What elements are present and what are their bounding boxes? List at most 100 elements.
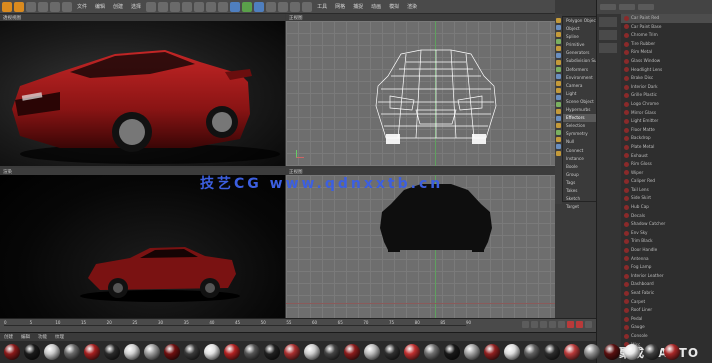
y-axis-icon[interactable] bbox=[158, 1, 169, 12]
material-list-item[interactable]: Interior Dark bbox=[621, 83, 712, 92]
goto-start-icon[interactable] bbox=[522, 321, 529, 328]
material-ball[interactable] bbox=[524, 344, 540, 360]
material-list-item[interactable]: Mirror Glass bbox=[621, 109, 712, 118]
scale-icon[interactable] bbox=[50, 1, 60, 12]
z-axis-icon[interactable] bbox=[170, 1, 181, 12]
panel-tab-objects[interactable] bbox=[619, 4, 635, 10]
material-ball[interactable] bbox=[264, 344, 280, 360]
material-list-item[interactable]: Light Emitter bbox=[621, 117, 712, 126]
material-ball[interactable] bbox=[584, 344, 600, 360]
live-select-icon[interactable] bbox=[26, 1, 36, 12]
menu-create[interactable]: 创建 bbox=[113, 3, 123, 10]
material-list-item[interactable]: Rim Gloss bbox=[621, 160, 712, 169]
material-list-item[interactable]: Car Paint Red bbox=[621, 14, 712, 23]
redo-icon[interactable] bbox=[14, 1, 24, 12]
swatch[interactable] bbox=[599, 17, 617, 27]
timeline-ruler[interactable]: 0 5 10 15 20 25 30 35 40 45 50 55 60 65 70 75 80 85 90 bbox=[4, 320, 471, 326]
record-icon[interactable] bbox=[567, 321, 574, 328]
material-ball[interactable] bbox=[484, 344, 500, 360]
material-list-item[interactable]: Seat Fabric bbox=[621, 289, 712, 298]
material-ball[interactable] bbox=[324, 344, 340, 360]
swatch[interactable] bbox=[599, 43, 617, 53]
menu-animate[interactable]: 动画 bbox=[371, 3, 381, 10]
material-ball[interactable] bbox=[664, 344, 680, 360]
panel-tab-attributes[interactable] bbox=[638, 4, 654, 10]
render-settings-icon[interactable] bbox=[218, 1, 229, 12]
floor-icon[interactable] bbox=[278, 1, 289, 12]
material-ball[interactable] bbox=[544, 344, 560, 360]
material-list-item[interactable]: Grille Plastic bbox=[621, 91, 712, 100]
material-ball[interactable] bbox=[424, 344, 440, 360]
material-list-item[interactable]: Backdrop bbox=[621, 134, 712, 143]
material-ball[interactable] bbox=[404, 344, 420, 360]
material-ball[interactable] bbox=[644, 344, 660, 360]
swatch[interactable] bbox=[599, 30, 617, 40]
move-icon[interactable] bbox=[38, 1, 48, 12]
menu-snap[interactable]: 捕捉 bbox=[353, 3, 363, 10]
array-icon[interactable] bbox=[254, 1, 265, 12]
prev-frame-icon[interactable] bbox=[531, 321, 538, 328]
tab-function[interactable]: 功能 bbox=[38, 334, 47, 340]
front-wireframe-viewport[interactable]: 正视图 bbox=[286, 14, 555, 166]
material-list-item[interactable]: Shadow Catcher bbox=[621, 220, 712, 229]
render-picture-viewer-icon[interactable] bbox=[206, 1, 217, 12]
material-list-item[interactable]: Hub Cap bbox=[621, 203, 712, 212]
material-list-item[interactable]: Brake Disc bbox=[621, 74, 712, 83]
material-list-item[interactable]: Door Handle bbox=[621, 246, 712, 255]
material-ball[interactable] bbox=[304, 344, 320, 360]
material-ball[interactable] bbox=[364, 344, 380, 360]
menu-simulate[interactable]: 模拟 bbox=[389, 3, 399, 10]
material-ball[interactable] bbox=[184, 344, 200, 360]
menu-edit[interactable]: 编辑 bbox=[95, 3, 105, 10]
material-ball[interactable] bbox=[384, 344, 400, 360]
material-list-item[interactable]: Carpet bbox=[621, 298, 712, 307]
material-list-item[interactable]: Rim Metal bbox=[621, 48, 712, 57]
material-list-item[interactable]: Floor Matte bbox=[621, 126, 712, 135]
tab-edit[interactable]: 编辑 bbox=[21, 334, 30, 340]
material-list-item[interactable]: Gauge bbox=[621, 323, 712, 332]
menu-tools[interactable]: 工具 bbox=[317, 3, 327, 10]
material-list-item[interactable]: Dashboard bbox=[621, 280, 712, 289]
material-ball[interactable] bbox=[444, 344, 460, 360]
material-ball[interactable] bbox=[564, 344, 580, 360]
material-list-item[interactable]: Glass Window bbox=[621, 57, 712, 66]
tab-create[interactable]: 创建 bbox=[4, 334, 13, 340]
material-ball[interactable] bbox=[604, 344, 620, 360]
material-list-item[interactable]: Antenna bbox=[621, 255, 712, 264]
camera-icon[interactable] bbox=[290, 1, 301, 12]
material-list-item[interactable]: Logo Chrome bbox=[621, 100, 712, 109]
material-ball[interactable] bbox=[204, 344, 220, 360]
keyframe-icon[interactable] bbox=[585, 321, 592, 328]
material-ball[interactable] bbox=[104, 344, 120, 360]
material-ball[interactable] bbox=[244, 344, 260, 360]
material-list-item[interactable]: Headlight Lens bbox=[621, 66, 712, 75]
material-list-item[interactable]: Tire Rubber bbox=[621, 40, 712, 49]
autokey-icon[interactable] bbox=[576, 321, 583, 328]
next-frame-icon[interactable] bbox=[549, 321, 556, 328]
material-ball[interactable] bbox=[284, 344, 300, 360]
material-list-item[interactable]: Chrome Trim bbox=[621, 31, 712, 40]
menu-mesh[interactable]: 网格 bbox=[335, 3, 345, 10]
light-icon[interactable] bbox=[302, 1, 313, 12]
material-list-item[interactable]: Caliper Red bbox=[621, 177, 712, 186]
material-list-item[interactable]: Fog Lamp bbox=[621, 263, 712, 272]
panel-tab-materials[interactable] bbox=[600, 4, 616, 10]
menu-select[interactable]: 选择 bbox=[131, 3, 141, 10]
material-ball[interactable] bbox=[64, 344, 80, 360]
material-ball[interactable] bbox=[224, 344, 240, 360]
material-ball[interactable] bbox=[504, 344, 520, 360]
material-ball[interactable] bbox=[24, 344, 40, 360]
material-list-item[interactable]: Exhaust bbox=[621, 152, 712, 161]
undo-icon[interactable] bbox=[2, 1, 12, 12]
perspective-viewport[interactable]: 透视视图 bbox=[0, 14, 285, 166]
material-list-item[interactable]: Roof Liner bbox=[621, 306, 712, 315]
material-list-item[interactable]: Console bbox=[621, 332, 712, 341]
material-ball[interactable] bbox=[624, 344, 640, 360]
menu-render[interactable]: 渲染 bbox=[407, 3, 417, 10]
play-icon[interactable] bbox=[540, 321, 547, 328]
goto-end-icon[interactable] bbox=[558, 321, 565, 328]
material-ball[interactable] bbox=[44, 344, 60, 360]
material-ball[interactable] bbox=[4, 344, 20, 360]
render-view-icon[interactable] bbox=[194, 1, 205, 12]
world-coord-icon[interactable] bbox=[182, 1, 193, 12]
